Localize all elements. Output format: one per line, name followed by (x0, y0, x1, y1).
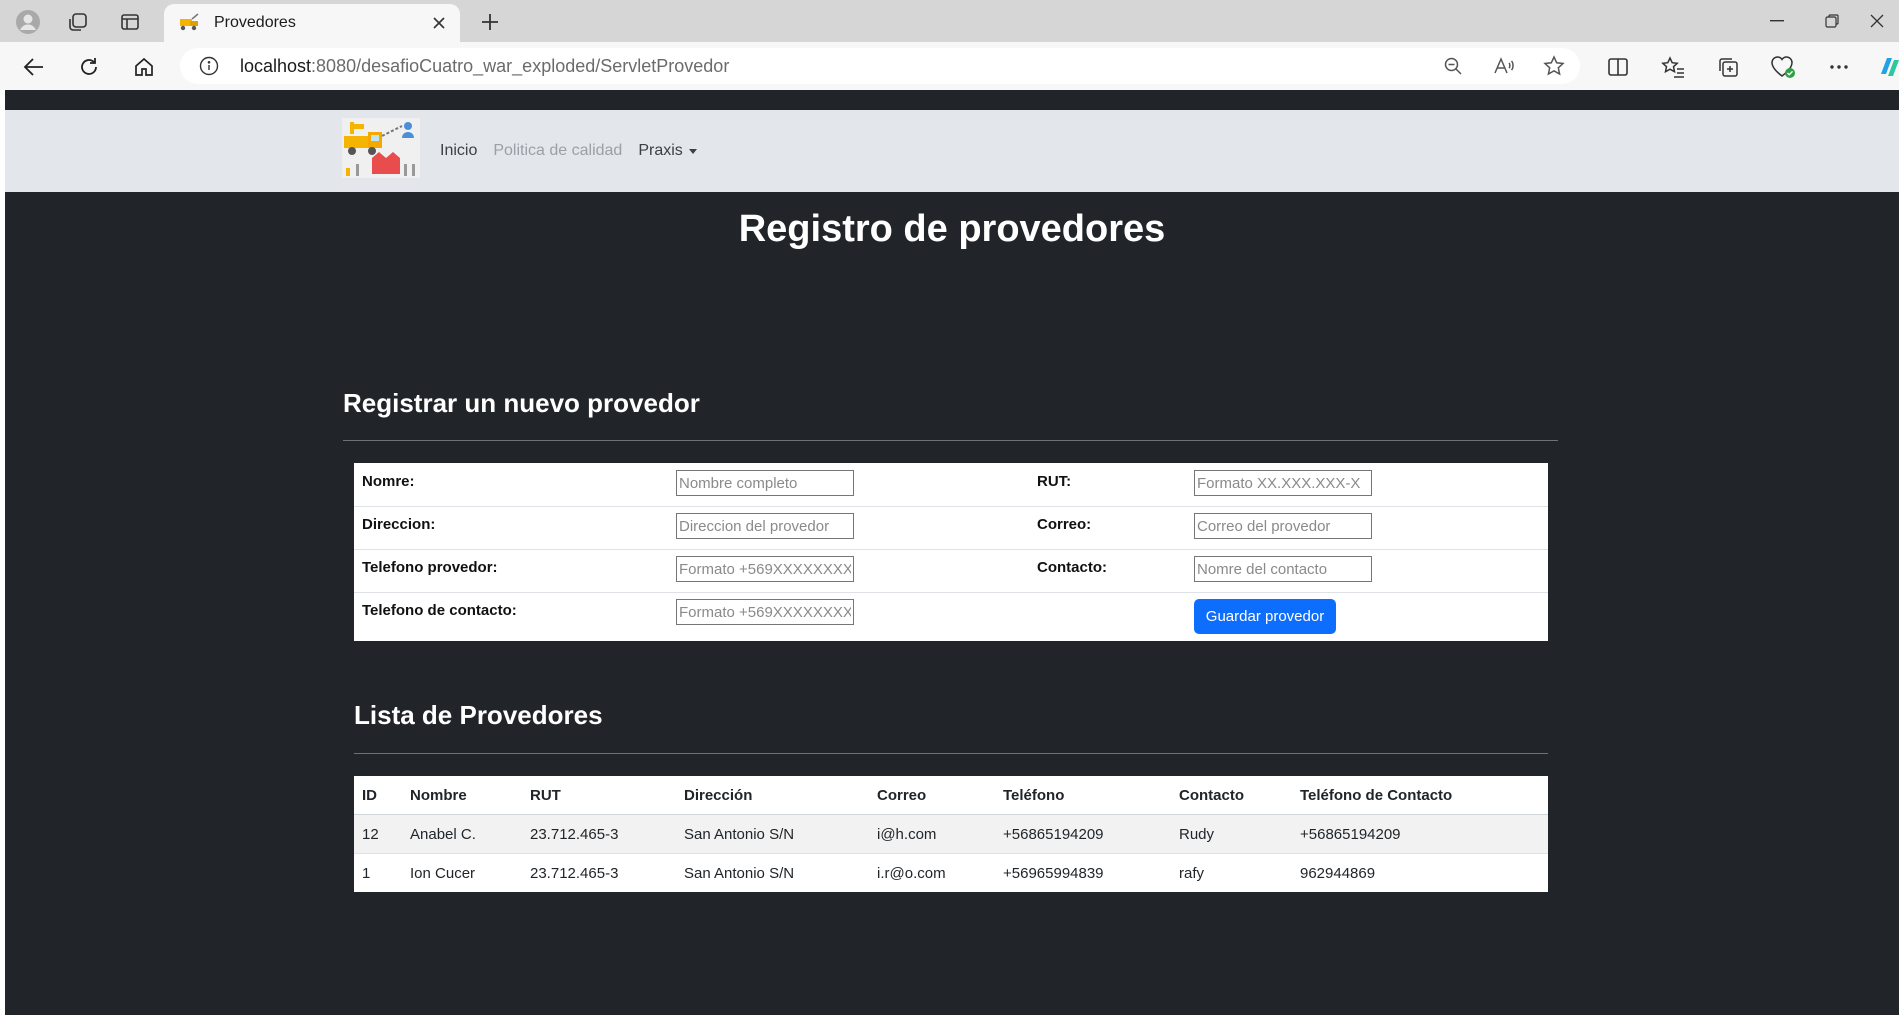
column-header: Dirección (676, 776, 869, 815)
nav-link-inicio[interactable]: Inicio (440, 142, 477, 160)
correo-label: Correo: (1037, 516, 1092, 533)
table-row: 12 Anabel C. 23.712.465-3 San Antonio S/… (354, 814, 1548, 854)
column-header: RUT (522, 776, 676, 815)
cell-telefono: +56865194209 (995, 814, 1171, 854)
page-title: Registro de provedores (738, 208, 1166, 250)
table-row: 1 Ion Cucer 23.712.465-3 San Antonio S/N… (354, 854, 1548, 893)
workspaces-icon[interactable] (64, 8, 92, 36)
split-screen-icon[interactable] (1602, 51, 1634, 83)
correo-input[interactable] (1194, 513, 1372, 539)
column-header: Correo (869, 776, 995, 815)
url-path: :8080/desafioCuatro_war_exploded/Servlet… (311, 55, 730, 76)
nav-link-politica-calidad[interactable]: Politica de calidad (493, 142, 622, 160)
contacto-label: Contacto: (1037, 559, 1107, 576)
cell-rut: 23.712.465-3 (522, 814, 676, 854)
zoom-out-icon[interactable] (1438, 51, 1468, 81)
cell-contacto: rafy (1179, 864, 1205, 882)
url-text: localhost:8080/desafioCuatro_war_explode… (240, 56, 729, 77)
copilot-icon[interactable] (1873, 51, 1899, 83)
telefono-contacto-input[interactable] (676, 599, 854, 625)
new-tab-icon[interactable] (476, 8, 504, 36)
column-header: Nombre (402, 776, 522, 815)
site-info-icon[interactable] (198, 55, 220, 77)
cell-id: 12 (354, 814, 402, 854)
form-row: Telefono provedor: Contacto: (354, 549, 1548, 593)
cell-id: 1 (362, 864, 371, 882)
table-header-row: ID Nombre RUT Dirección Correo Teléfono … (354, 776, 1548, 815)
cell-nombre: Anabel C. (402, 814, 522, 854)
provider-form: Nomre: RUT: Direccion: Correo: Telefono … (354, 463, 1548, 641)
cell-correo: i.r@o.com (877, 864, 946, 882)
form-divider (343, 440, 1558, 441)
direccion-label: Direccion: (362, 516, 436, 533)
nav-dropdown-praxis-label: Praxis (638, 142, 683, 159)
list-section-title: Lista de Provedores (354, 700, 603, 730)
collections-icon[interactable] (1712, 51, 1744, 83)
nombre-input[interactable] (676, 470, 854, 496)
more-options-icon[interactable] (1823, 51, 1855, 83)
cell-telefono-contacto: +56865194209 (1292, 814, 1548, 854)
close-tab-icon[interactable] (426, 10, 452, 36)
browser-essentials-icon[interactable] (1767, 51, 1799, 83)
column-header: Contacto (1171, 776, 1292, 815)
providers-table: ID Nombre RUT Dirección Correo Teléfono … (354, 776, 1548, 892)
nav-dropdown-praxis[interactable]: Praxis (638, 142, 697, 160)
restore-icon[interactable] (1810, 6, 1854, 36)
telefono-input[interactable] (676, 556, 854, 582)
back-arrow-icon[interactable] (18, 51, 50, 83)
cell-rut: 23.712.465-3 (530, 864, 619, 882)
tab-title: Provedores (214, 14, 296, 31)
cell-direccion: San Antonio S/N (684, 864, 795, 882)
page-body: Inicio Politica de calidad Praxis Regist… (5, 90, 1899, 1015)
save-provider-button[interactable]: Guardar provedor (1194, 599, 1336, 634)
telefono-contacto-label: Telefono de contacto: (362, 602, 517, 619)
refresh-icon[interactable] (73, 51, 105, 83)
close-window-icon[interactable] (1855, 6, 1899, 36)
nav-links: Inicio Politica de calidad Praxis (440, 110, 713, 192)
home-icon[interactable] (128, 51, 160, 83)
browser-tab-bar: Provedores (0, 0, 1899, 42)
cell-contacto: Rudy (1171, 814, 1292, 854)
column-header: Teléfono (995, 776, 1171, 815)
form-row: Nomre: RUT: (354, 463, 1548, 507)
list-divider (354, 753, 1548, 754)
rut-input[interactable] (1194, 470, 1372, 496)
favorite-star-icon[interactable] (1539, 51, 1569, 81)
site-navbar: Inicio Politica de calidad Praxis (5, 110, 1899, 192)
cell-direccion: San Antonio S/N (676, 814, 869, 854)
form-row: Direccion: Correo: (354, 506, 1548, 550)
url-host: localhost (240, 55, 312, 76)
cell-telefono-contacto: 962944869 (1300, 864, 1376, 882)
profile-icon[interactable] (14, 8, 42, 36)
cell-telefono: +56965994839 (1003, 864, 1104, 882)
form-section-title: Registrar un nuevo provedor (343, 388, 700, 418)
favorites-icon[interactable] (1657, 51, 1689, 83)
column-header: ID (354, 776, 402, 815)
site-logo[interactable] (342, 118, 420, 178)
address-bar[interactable]: localhost:8080/desafioCuatro_war_explode… (180, 48, 1580, 84)
chevron-down-icon (688, 148, 697, 154)
tab-actions-icon[interactable] (116, 8, 144, 36)
direccion-input[interactable] (676, 513, 854, 539)
form-row: Telefono de contacto: Guardar provedor (354, 592, 1548, 640)
read-aloud-icon[interactable] (1489, 51, 1519, 81)
minimize-icon[interactable] (1755, 6, 1799, 36)
browser-tab[interactable]: Provedores (164, 4, 460, 42)
nombre-label: Nomre: (362, 473, 415, 490)
contacto-input[interactable] (1194, 556, 1372, 582)
column-header: Teléfono de Contacto (1292, 776, 1548, 815)
tab-favicon-icon (178, 13, 202, 33)
cell-nombre: Ion Cucer (410, 864, 476, 882)
rut-label: RUT: (1037, 473, 1072, 490)
browser-toolbar: localhost:8080/desafioCuatro_war_explode… (0, 42, 1899, 90)
cell-correo: i@h.com (869, 814, 995, 854)
telefono-label: Telefono provedor: (362, 559, 498, 576)
